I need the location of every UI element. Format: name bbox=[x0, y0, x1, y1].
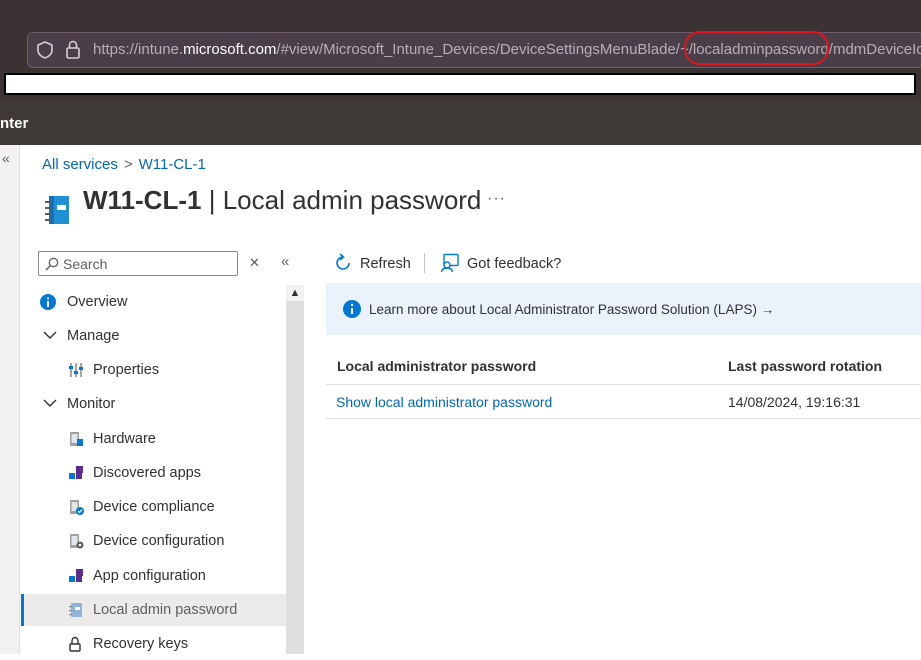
search-icon bbox=[45, 257, 59, 271]
notebook-icon bbox=[69, 603, 82, 617]
key-icon bbox=[69, 636, 81, 652]
sidebar-item-overview[interactable]: Overview bbox=[21, 286, 286, 318]
compliance-icon bbox=[70, 500, 84, 515]
hardware-icon bbox=[70, 432, 83, 446]
table-row: Show local administrator password 14/08/… bbox=[326, 385, 921, 419]
page-title: W11-CL-1 | Local admin password bbox=[83, 185, 481, 216]
breadcrumb-all-services[interactable]: All services bbox=[42, 156, 118, 173]
refresh-label: Refresh bbox=[360, 256, 411, 272]
sidebar-item-properties[interactable]: Properties bbox=[21, 354, 286, 386]
sidebar-item-label: Monitor bbox=[67, 396, 116, 412]
apps-icon bbox=[69, 569, 83, 582]
notebook-icon bbox=[45, 196, 69, 224]
sidebar-item-label: Properties bbox=[93, 362, 160, 378]
breadcrumb-device[interactable]: W11-CL-1 bbox=[139, 156, 206, 173]
sidebar-item-hardware[interactable]: Hardware bbox=[21, 423, 286, 455]
last-rotation-value: 14/08/2024, 19:16:31 bbox=[728, 394, 861, 410]
chevron-down-icon bbox=[43, 331, 57, 339]
blade-title: Local admin password bbox=[222, 185, 482, 215]
feedback-icon bbox=[440, 253, 459, 273]
sidebar-item-label: Discovered apps bbox=[93, 465, 201, 481]
show-password-link[interactable]: Show local administrator password bbox=[336, 394, 552, 410]
sidebar-item-app-configuration[interactable]: App configuration bbox=[21, 560, 286, 592]
arrow-right-icon: → bbox=[760, 302, 775, 317]
sidebar-item-label: Hardware bbox=[93, 431, 156, 447]
title-separator: | bbox=[208, 185, 216, 215]
sidebar-item-discovered-apps[interactable]: Discovered apps bbox=[21, 457, 286, 489]
toolbar-divider bbox=[424, 253, 425, 273]
search-input[interactable] bbox=[63, 255, 233, 273]
table-header: Local administrator password Last passwo… bbox=[326, 349, 921, 385]
apps-icon bbox=[69, 466, 83, 479]
search-box[interactable] bbox=[38, 251, 238, 276]
sidebar-group-manage[interactable]: Manage bbox=[21, 320, 286, 352]
feedback-label: Got feedback? bbox=[467, 256, 562, 272]
left-rail[interactable]: « bbox=[0, 145, 20, 654]
expand-rail-icon[interactable]: « bbox=[2, 150, 10, 166]
portal-header: nter bbox=[0, 100, 921, 145]
sidebar-item-label: Device configuration bbox=[93, 533, 225, 549]
breadcrumb-separator: > bbox=[123, 156, 133, 173]
scroll-up-icon[interactable]: ▲ bbox=[286, 285, 304, 301]
info-link[interactable]: Learn more about Local Administrator Pas… bbox=[369, 302, 757, 317]
clear-search-button[interactable]: ✕ bbox=[249, 255, 260, 271]
collapse-sidebar-button[interactable]: « bbox=[281, 253, 289, 270]
sidebar-item-device-compliance[interactable]: Device compliance bbox=[21, 491, 286, 523]
info-icon bbox=[40, 294, 56, 310]
sidebar-item-recovery-keys[interactable]: Recovery keys bbox=[21, 628, 286, 660]
portal-title: nter bbox=[0, 115, 29, 132]
sidebar-item-label: Local admin password bbox=[93, 602, 238, 618]
info-icon bbox=[343, 300, 361, 318]
redaction-bar bbox=[4, 73, 916, 95]
device-name: W11-CL-1 bbox=[83, 185, 202, 215]
info-banner[interactable]: Learn more about Local Administrator Pas… bbox=[326, 283, 921, 335]
column-header-rotation: Last password rotation bbox=[728, 358, 883, 374]
sidebar-item-label: App configuration bbox=[93, 568, 206, 584]
sidebar-item-label: Manage bbox=[67, 328, 120, 344]
sidebar-item-label: Overview bbox=[67, 294, 128, 310]
more-options-button[interactable]: ··· bbox=[487, 190, 506, 208]
refresh-icon bbox=[336, 253, 350, 270]
shield-icon[interactable] bbox=[36, 41, 54, 59]
url-host: microsoft.com bbox=[183, 41, 277, 58]
url-highlight-annotation bbox=[684, 31, 829, 65]
sidebar-group-monitor[interactable]: Monitor bbox=[21, 388, 286, 420]
feedback-button[interactable]: Got feedback? bbox=[440, 252, 570, 276]
sidebar-item-label: Recovery keys bbox=[93, 636, 189, 652]
sidebar-item-local-admin-password[interactable]: Local admin password bbox=[21, 594, 286, 626]
configuration-icon bbox=[70, 534, 84, 549]
refresh-button[interactable]: Refresh bbox=[333, 252, 413, 276]
properties-icon bbox=[69, 363, 83, 377]
url-prefix: https://intune. bbox=[93, 41, 184, 58]
chevron-down-icon bbox=[43, 399, 57, 407]
lock-icon[interactable] bbox=[65, 40, 81, 60]
sidebar-item-label: Device compliance bbox=[93, 499, 215, 515]
column-header-password: Local administrator password bbox=[337, 358, 537, 374]
breadcrumb: All services > W11-CL-1 bbox=[42, 156, 206, 173]
info-text[interactable]: Learn more about Local Administrator Pas… bbox=[369, 302, 774, 317]
sidebar-nav: Overview Manage Properties Monitor Hardw… bbox=[21, 285, 286, 654]
sidebar-item-device-configuration[interactable]: Device configuration bbox=[21, 525, 286, 557]
sidebar-scrollbar[interactable] bbox=[286, 285, 304, 654]
